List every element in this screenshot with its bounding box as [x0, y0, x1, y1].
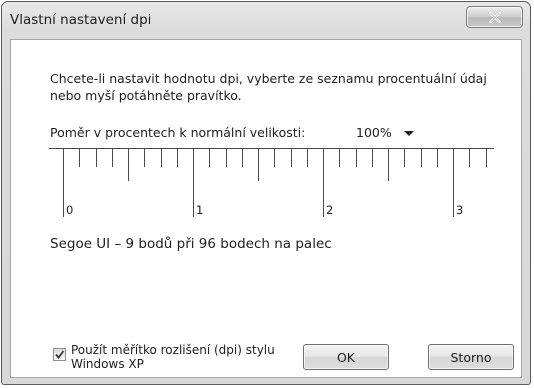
- dialog-content: Chcete-li nastavit hodnotu dpi, vyberte …: [10, 39, 522, 378]
- ruler-minor-tick: [437, 149, 438, 167]
- ruler-label: 0: [66, 203, 74, 217]
- ruler-minor-tick: [356, 149, 357, 167]
- ruler-label: 2: [326, 203, 334, 217]
- dpi-select-value: 100%: [356, 125, 392, 140]
- xp-scaling-checkbox[interactable]: [53, 348, 66, 361]
- xp-scaling-label[interactable]: Použít měřítko rozlišení (dpi) stylu Win…: [71, 343, 291, 371]
- ruler-minor-tick: [404, 149, 405, 167]
- ruler-minor-tick: [339, 149, 340, 167]
- ruler-minor-tick: [274, 149, 275, 167]
- ruler-minor-tick: [307, 149, 308, 167]
- ruler-minor-tick: [421, 149, 422, 167]
- ruler-major-tick: [63, 149, 64, 217]
- ruler-minor-tick: [79, 149, 80, 167]
- ok-button[interactable]: OK: [303, 344, 389, 370]
- ruler-minor-tick: [242, 149, 243, 167]
- ruler-minor-tick: [177, 149, 178, 167]
- ruler-minor-tick: [258, 149, 259, 181]
- ruler-minor-tick: [469, 149, 470, 167]
- cancel-button[interactable]: Storno: [428, 344, 514, 370]
- ruler-major-tick: [193, 149, 194, 217]
- chevron-down-icon: [404, 131, 414, 136]
- ruler-label: 1: [196, 203, 204, 217]
- instruction-text: Chcete-li nastavit hodnotu dpi, vyberte …: [50, 71, 487, 103]
- dpi-percentage-select[interactable]: 100%: [345, 120, 421, 144]
- ruler-minor-tick: [144, 149, 145, 167]
- ruler-minor-tick: [372, 149, 373, 167]
- dpi-dialog-window: Vlastní nastavení dpi Chcete-li nastavit…: [1, 1, 531, 385]
- ruler-minor-tick: [112, 149, 113, 167]
- ruler-minor-tick: [128, 149, 129, 181]
- window-title: Vlastní nastavení dpi: [10, 12, 152, 28]
- font-sample-text: Segoe UI – 9 bodů při 96 bodech na palec: [50, 236, 332, 252]
- ruler-major-tick: [453, 149, 454, 217]
- close-button[interactable]: [466, 6, 523, 28]
- ruler-minor-tick: [388, 149, 389, 181]
- scale-ratio-label: Poměr v procentech k normální velikosti:: [50, 125, 306, 140]
- ruler-minor-tick: [161, 149, 162, 167]
- ruler-minor-tick: [209, 149, 210, 167]
- ruler-baseline: [49, 148, 494, 149]
- title-bar[interactable]: Vlastní nastavení dpi: [2, 2, 530, 38]
- close-icon: [488, 11, 501, 23]
- ruler-minor-tick: [486, 149, 487, 167]
- ruler-label: 3: [456, 203, 464, 217]
- dpi-ruler[interactable]: 0 1 2 3: [49, 148, 494, 218]
- ruler-major-tick: [323, 149, 324, 217]
- ruler-minor-tick: [291, 149, 292, 167]
- ruler-minor-tick: [96, 149, 97, 167]
- checkmark-icon: [55, 350, 65, 359]
- ruler-minor-tick: [226, 149, 227, 167]
